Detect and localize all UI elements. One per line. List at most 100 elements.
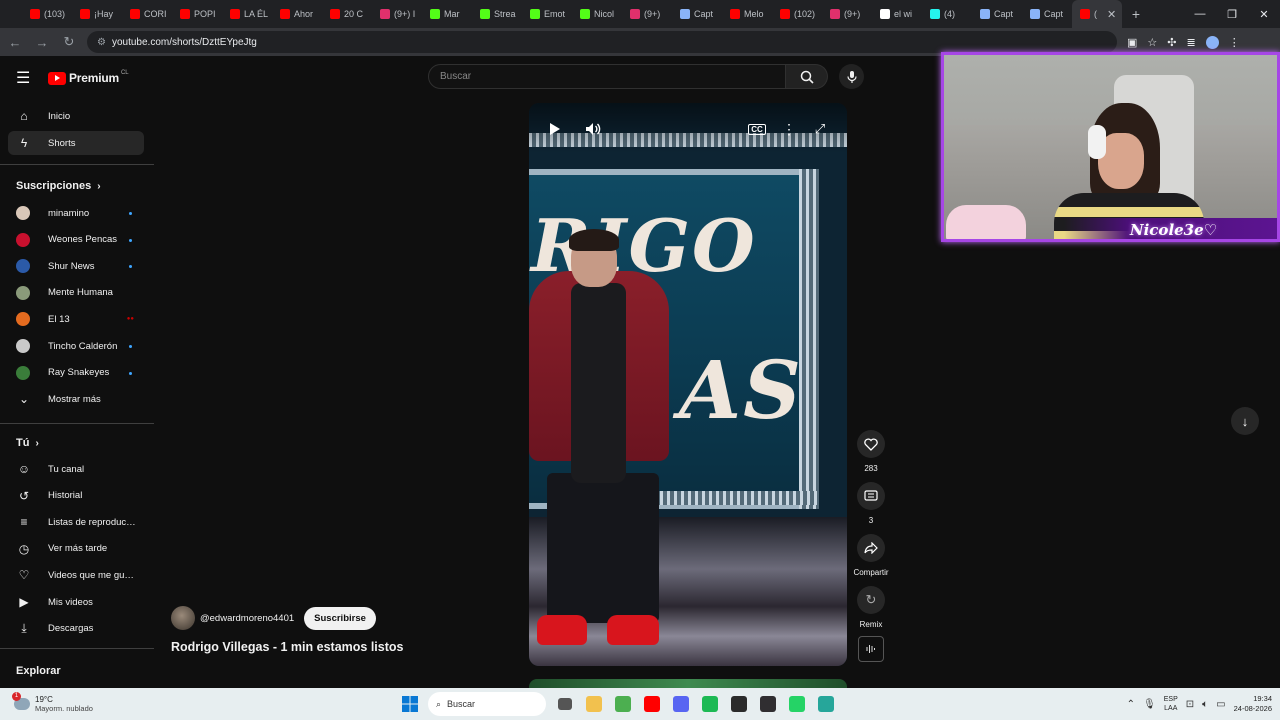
like-button[interactable]: 283 [852,430,890,473]
browser-tab[interactable]: POPI [172,0,222,28]
url-field[interactable]: ⚙ youtube.com/shorts/DzttEYpeJtg [87,31,1117,53]
browser-tab[interactable]: ¡Hay [72,0,122,28]
browser-tab[interactable]: (9+) [822,0,872,28]
comments-button[interactable]: 3 [852,482,890,525]
taskbar-search[interactable]: ⌕ Buscar [428,692,546,716]
chevron-right-icon: › [35,437,39,449]
channel-avatar[interactable] [171,606,195,630]
site-info-icon[interactable]: ⚙ [97,37,106,48]
sidebar-item-you[interactable]: ≡ Listas de reproducción [8,510,144,534]
channel-handle[interactable]: @edwardmoreno4401 [200,613,294,624]
microphone-icon[interactable]: 🎙︎ [1143,699,1156,710]
subscription-item[interactable]: Shur News [8,254,144,278]
fullscreen-icon[interactable]: ⤢ [808,117,832,141]
sidebar-item-you[interactable]: ⤓ Descargas [8,617,144,641]
browser-tab[interactable]: (9+) I [372,0,422,28]
short-video-player[interactable]: RIGO AS CC ⋮ ⤢ [529,103,847,666]
browser-tab[interactable]: Melo [722,0,772,28]
start-button[interactable] [395,690,424,718]
forward-icon[interactable]: → [30,30,54,54]
bookmark-star-icon[interactable]: ☆ [1147,36,1157,49]
browser-tab[interactable]: Capt [672,0,722,28]
sidebar-item-you[interactable]: ♡ Videos que me gustan [8,563,144,587]
sidebar-item-you[interactable]: ◷ Ver más tarde [8,537,144,561]
clock[interactable]: 19:34 24-08-2026 [1234,694,1272,714]
subscribe-button[interactable]: Suscribirse [304,606,376,630]
cast-icon[interactable]: ▣ [1127,36,1137,49]
browser-tab[interactable]: (4) [922,0,972,28]
browser-tab[interactable]: Capt [972,0,1022,28]
taskbar-app-button[interactable] [782,690,811,718]
battery-icon[interactable]: ▭ [1216,699,1225,710]
volume-icon[interactable] [581,117,605,141]
browser-tab[interactable]: (9+) [622,0,672,28]
sidebar-item-shorts[interactable]: ϟ Shorts [8,131,144,155]
browser-tab[interactable]: Mar [422,0,472,28]
taskbar-app-button[interactable] [811,690,840,718]
search-button[interactable] [786,64,828,89]
share-button[interactable]: Compartir [852,534,890,577]
subscription-item[interactable]: minamino [8,201,144,225]
voice-search-button[interactable] [839,64,864,89]
media-icon[interactable]: ≣ [1187,36,1196,49]
remix-button[interactable]: ↻ Remix [852,586,890,629]
show-more-button[interactable]: ⌄ Mostrar más [8,387,144,411]
language-indicator[interactable]: ESP LAA [1164,695,1178,713]
sound-button[interactable] [852,636,890,662]
sidebar-item-inicio[interactable]: ⌂ Inicio [8,104,144,128]
sidebar-item-you[interactable]: ↺ Historial [8,484,144,508]
browser-tab[interactable]: Emot [522,0,572,28]
taskbar-app-button[interactable] [579,690,608,718]
play-icon[interactable] [543,117,567,141]
weather-widget[interactable]: 1 19°C Mayorm. nublado [12,688,93,720]
next-short-button[interactable]: ↓ [1231,407,1259,435]
taskbar-app-button[interactable] [724,690,753,718]
browser-tab[interactable]: Strea [472,0,522,28]
restore-icon[interactable]: ❐ [1216,0,1248,28]
subscription-item[interactable]: Weones Pencas [8,228,144,252]
browser-tab[interactable]: Capt [1022,0,1072,28]
captions-icon[interactable]: CC [745,117,769,141]
chevron-up-icon[interactable]: ⌃ [1127,699,1135,710]
subscriptions-header[interactable]: Suscripciones › [16,180,101,192]
you-header[interactable]: Tú › [16,437,39,449]
taskbar-app-button[interactable] [608,690,637,718]
browser-tab[interactable]: (103) [22,0,72,28]
browser-tab[interactable]: CORI [122,0,172,28]
subscription-item[interactable]: Mente Humana [8,281,144,305]
tab-close-icon[interactable]: ✕ [1107,8,1116,21]
browser-tab[interactable]: (✕ [1072,0,1122,28]
hamburger-menu-icon[interactable]: ☰ [16,68,36,88]
browser-tab[interactable]: el wi [872,0,922,28]
taskbar-app-button[interactable] [637,690,666,718]
reload-icon[interactable]: ↻ [57,30,81,54]
short-title[interactable]: Rodrigo Villegas - 1 min estamos listos [171,640,403,654]
network-icon[interactable]: ⊡ [1186,699,1194,710]
browser-tab[interactable]: Nicol [572,0,622,28]
profile-avatar[interactable] [1205,35,1219,49]
sidebar-item-you[interactable]: ☺ Tu canal [8,457,144,481]
clock-date: 24-08-2026 [1233,704,1272,713]
browser-tab[interactable]: (102) [772,0,822,28]
speaker-icon[interactable]: 🔈︎ [1202,699,1208,710]
task-view-button[interactable] [550,690,579,718]
minimize-icon[interactable]: — [1184,0,1216,28]
subscription-item[interactable]: Tincho Calderón [8,334,144,358]
browser-tab[interactable]: 20 C [322,0,372,28]
new-tab-button[interactable]: + [1122,6,1150,22]
subscription-item[interactable]: El 13 ●● [8,307,144,331]
menu-dots-icon[interactable]: ⋮ [1229,36,1240,49]
browser-tab[interactable]: Ahor [272,0,322,28]
taskbar-app-button[interactable] [666,690,695,718]
taskbar-app-button[interactable] [695,690,724,718]
extensions-icon[interactable]: ✣ [1167,36,1176,49]
back-icon[interactable]: ← [3,30,27,54]
close-window-icon[interactable]: ✕ [1248,0,1280,28]
search-input[interactable]: Buscar [428,64,786,89]
taskbar-app-button[interactable] [753,690,782,718]
youtube-premium-logo[interactable]: Premium CL [48,70,129,85]
subscription-item[interactable]: Ray Snakeyes [8,361,144,385]
sidebar-item-you[interactable]: ▶ Mis videos [8,590,144,614]
browser-tab[interactable]: LA ÉL [222,0,272,28]
more-options-icon[interactable]: ⋮ [777,117,801,141]
